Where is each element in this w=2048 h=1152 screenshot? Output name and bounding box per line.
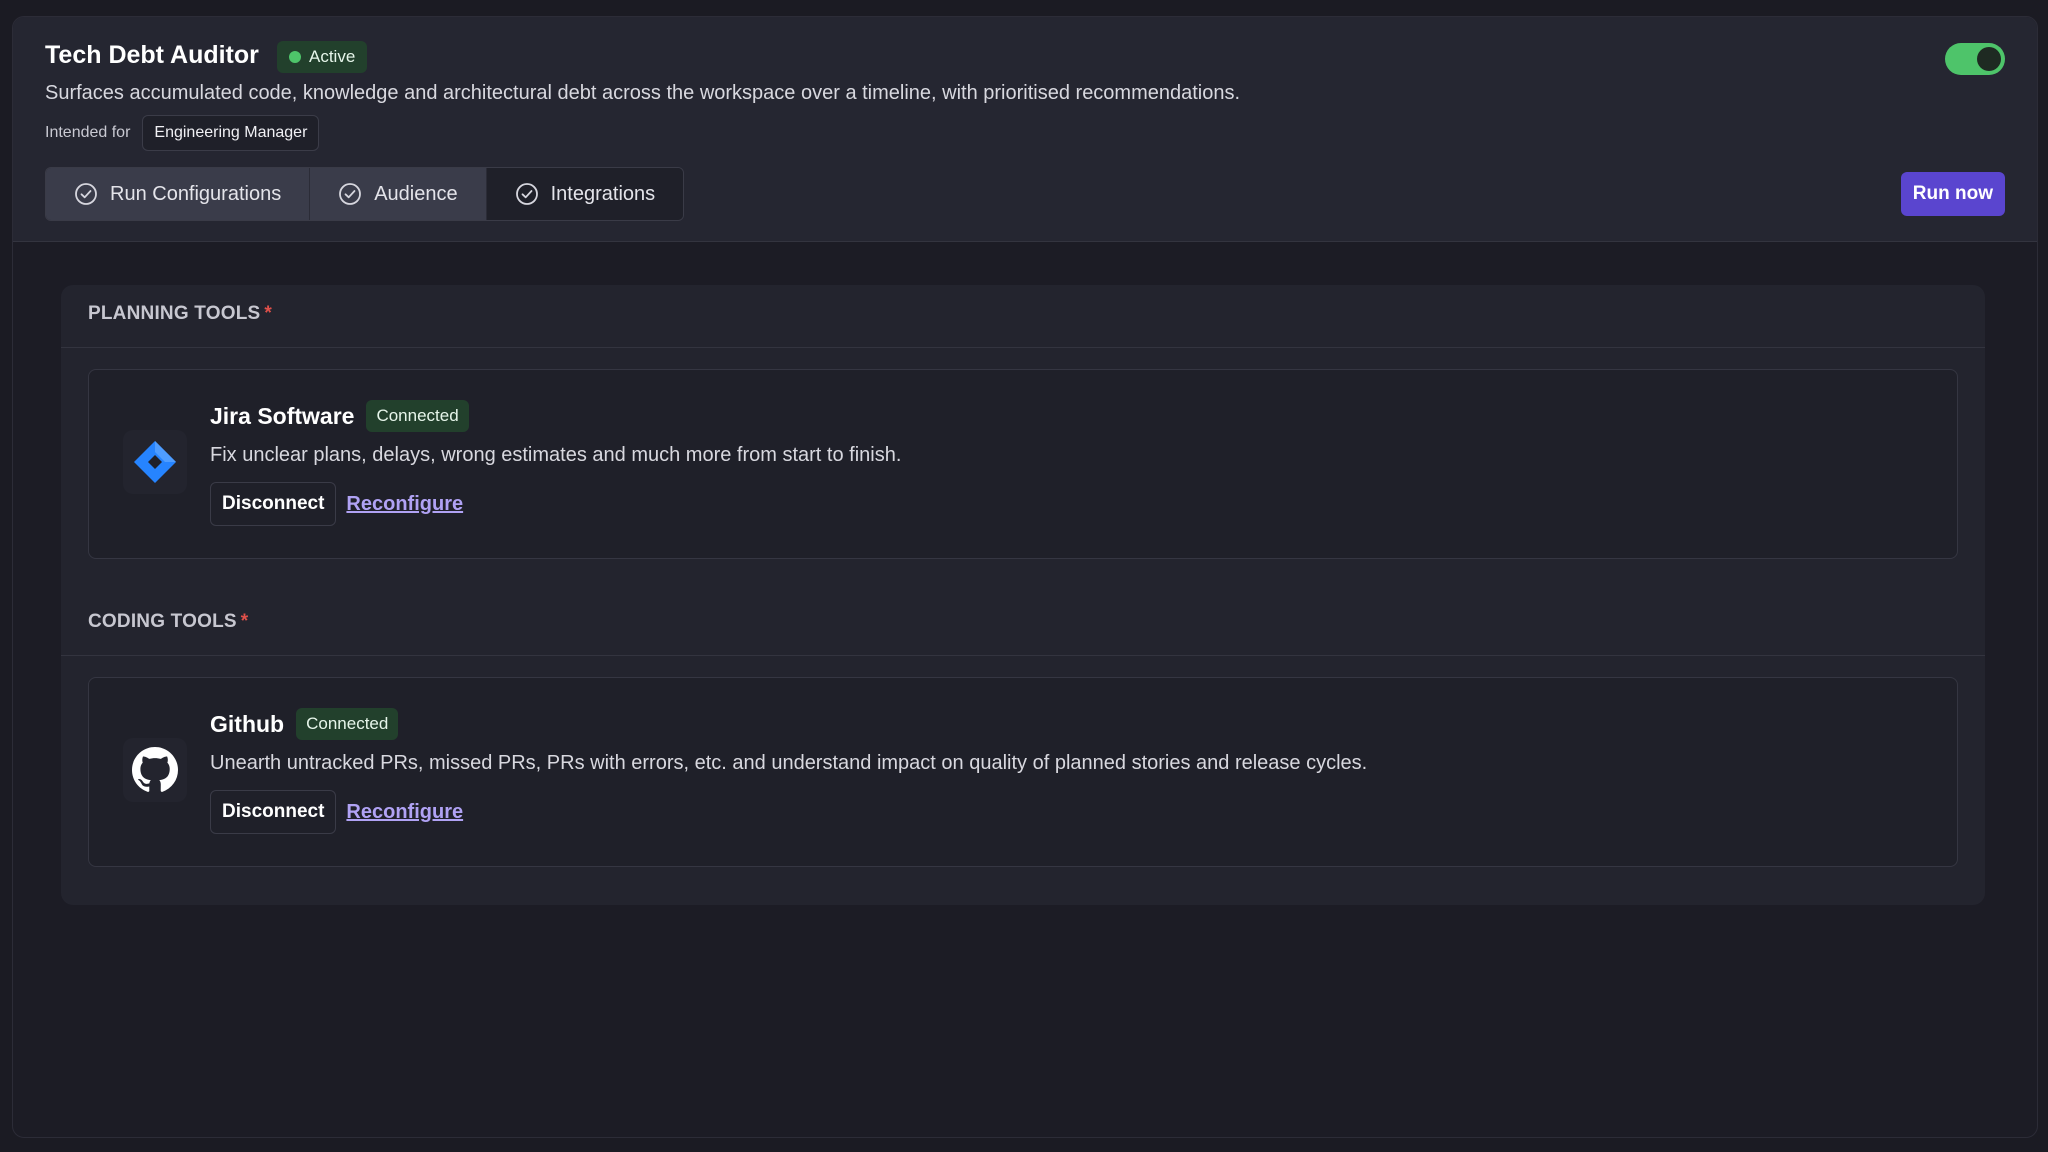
github-icon [132, 747, 178, 792]
status-badge: Active [277, 41, 368, 73]
intended-for-chip: Engineering Manager [142, 115, 320, 151]
jira-logo [123, 430, 187, 494]
tool-name: Github [210, 710, 285, 737]
github-logo [123, 738, 187, 802]
check-circle-icon [75, 183, 97, 205]
tab-run-configurations[interactable]: Run Configurations [46, 168, 311, 220]
integrations-panel: PLANNING TOOLS * Jira Software Connected … [61, 285, 1985, 905]
page-title: Tech Debt Auditor [45, 41, 259, 69]
connected-badge: Connected [366, 400, 469, 432]
section-header-coding-tools: CODING TOOLS * [61, 593, 1985, 656]
app-window: Tech Debt Auditor Active Surfaces accumu… [12, 16, 2038, 1138]
tab-label: Audience [374, 182, 458, 205]
section-title-label: PLANNING TOOLS [88, 303, 261, 324]
section-title: CODING TOOLS * [88, 611, 248, 633]
agent-header: Tech Debt Auditor Active Surfaces accumu… [13, 17, 2037, 242]
section-header-planning-tools: PLANNING TOOLS * [61, 285, 1985, 348]
connected-badge: Connected [296, 708, 399, 740]
tab-audience[interactable]: Audience [310, 168, 487, 220]
check-circle-icon [515, 183, 538, 205]
intended-for-label: Intended for [45, 124, 131, 141]
required-indicator: * [264, 303, 273, 324]
reconfigure-link[interactable]: Reconfigure [346, 801, 463, 824]
status-badge-label: Active [309, 47, 356, 66]
agent-description: Surfaces accumulated code, knowledge and… [45, 82, 1241, 104]
check-circle-icon [339, 183, 362, 205]
toggle-knob [1977, 47, 2001, 71]
section-title-label: CODING TOOLS [88, 611, 237, 632]
intended-for-row: Intended for Engineering Manager [45, 115, 320, 151]
tool-name-row: Jira Software Connected [210, 400, 469, 432]
integration-card-github: Github Connected Unearth untracked PRs, … [88, 677, 1958, 867]
tool-actions: Disconnect Reconfigure [210, 482, 463, 526]
tool-description: Fix unclear plans, delays, wrong estimat… [210, 444, 902, 466]
disconnect-button[interactable]: Disconnect [210, 790, 337, 834]
required-indicator: * [240, 611, 249, 632]
config-tabs: Run Configurations Audience Integrations [45, 167, 685, 221]
reconfigure-link[interactable]: Reconfigure [346, 493, 463, 516]
tab-integrations[interactable]: Integrations [486, 168, 684, 220]
section-title: PLANNING TOOLS * [88, 303, 272, 325]
agent-enabled-toggle[interactable] [1945, 43, 2005, 75]
jira-icon [134, 441, 176, 483]
run-now-button[interactable]: Run now [1900, 172, 2005, 216]
tool-name: Jira Software [210, 402, 355, 429]
status-dot-icon [289, 51, 301, 63]
integration-card-jira: Jira Software Connected Fix unclear plan… [88, 369, 1958, 559]
tool-name-row: Github Connected [210, 708, 399, 740]
tab-label: Integrations [550, 182, 656, 205]
tool-actions: Disconnect Reconfigure [210, 790, 463, 834]
disconnect-button[interactable]: Disconnect [210, 482, 337, 526]
tab-label: Run Configurations [110, 182, 282, 205]
tool-description: Unearth untracked PRs, missed PRs, PRs w… [210, 752, 1368, 774]
